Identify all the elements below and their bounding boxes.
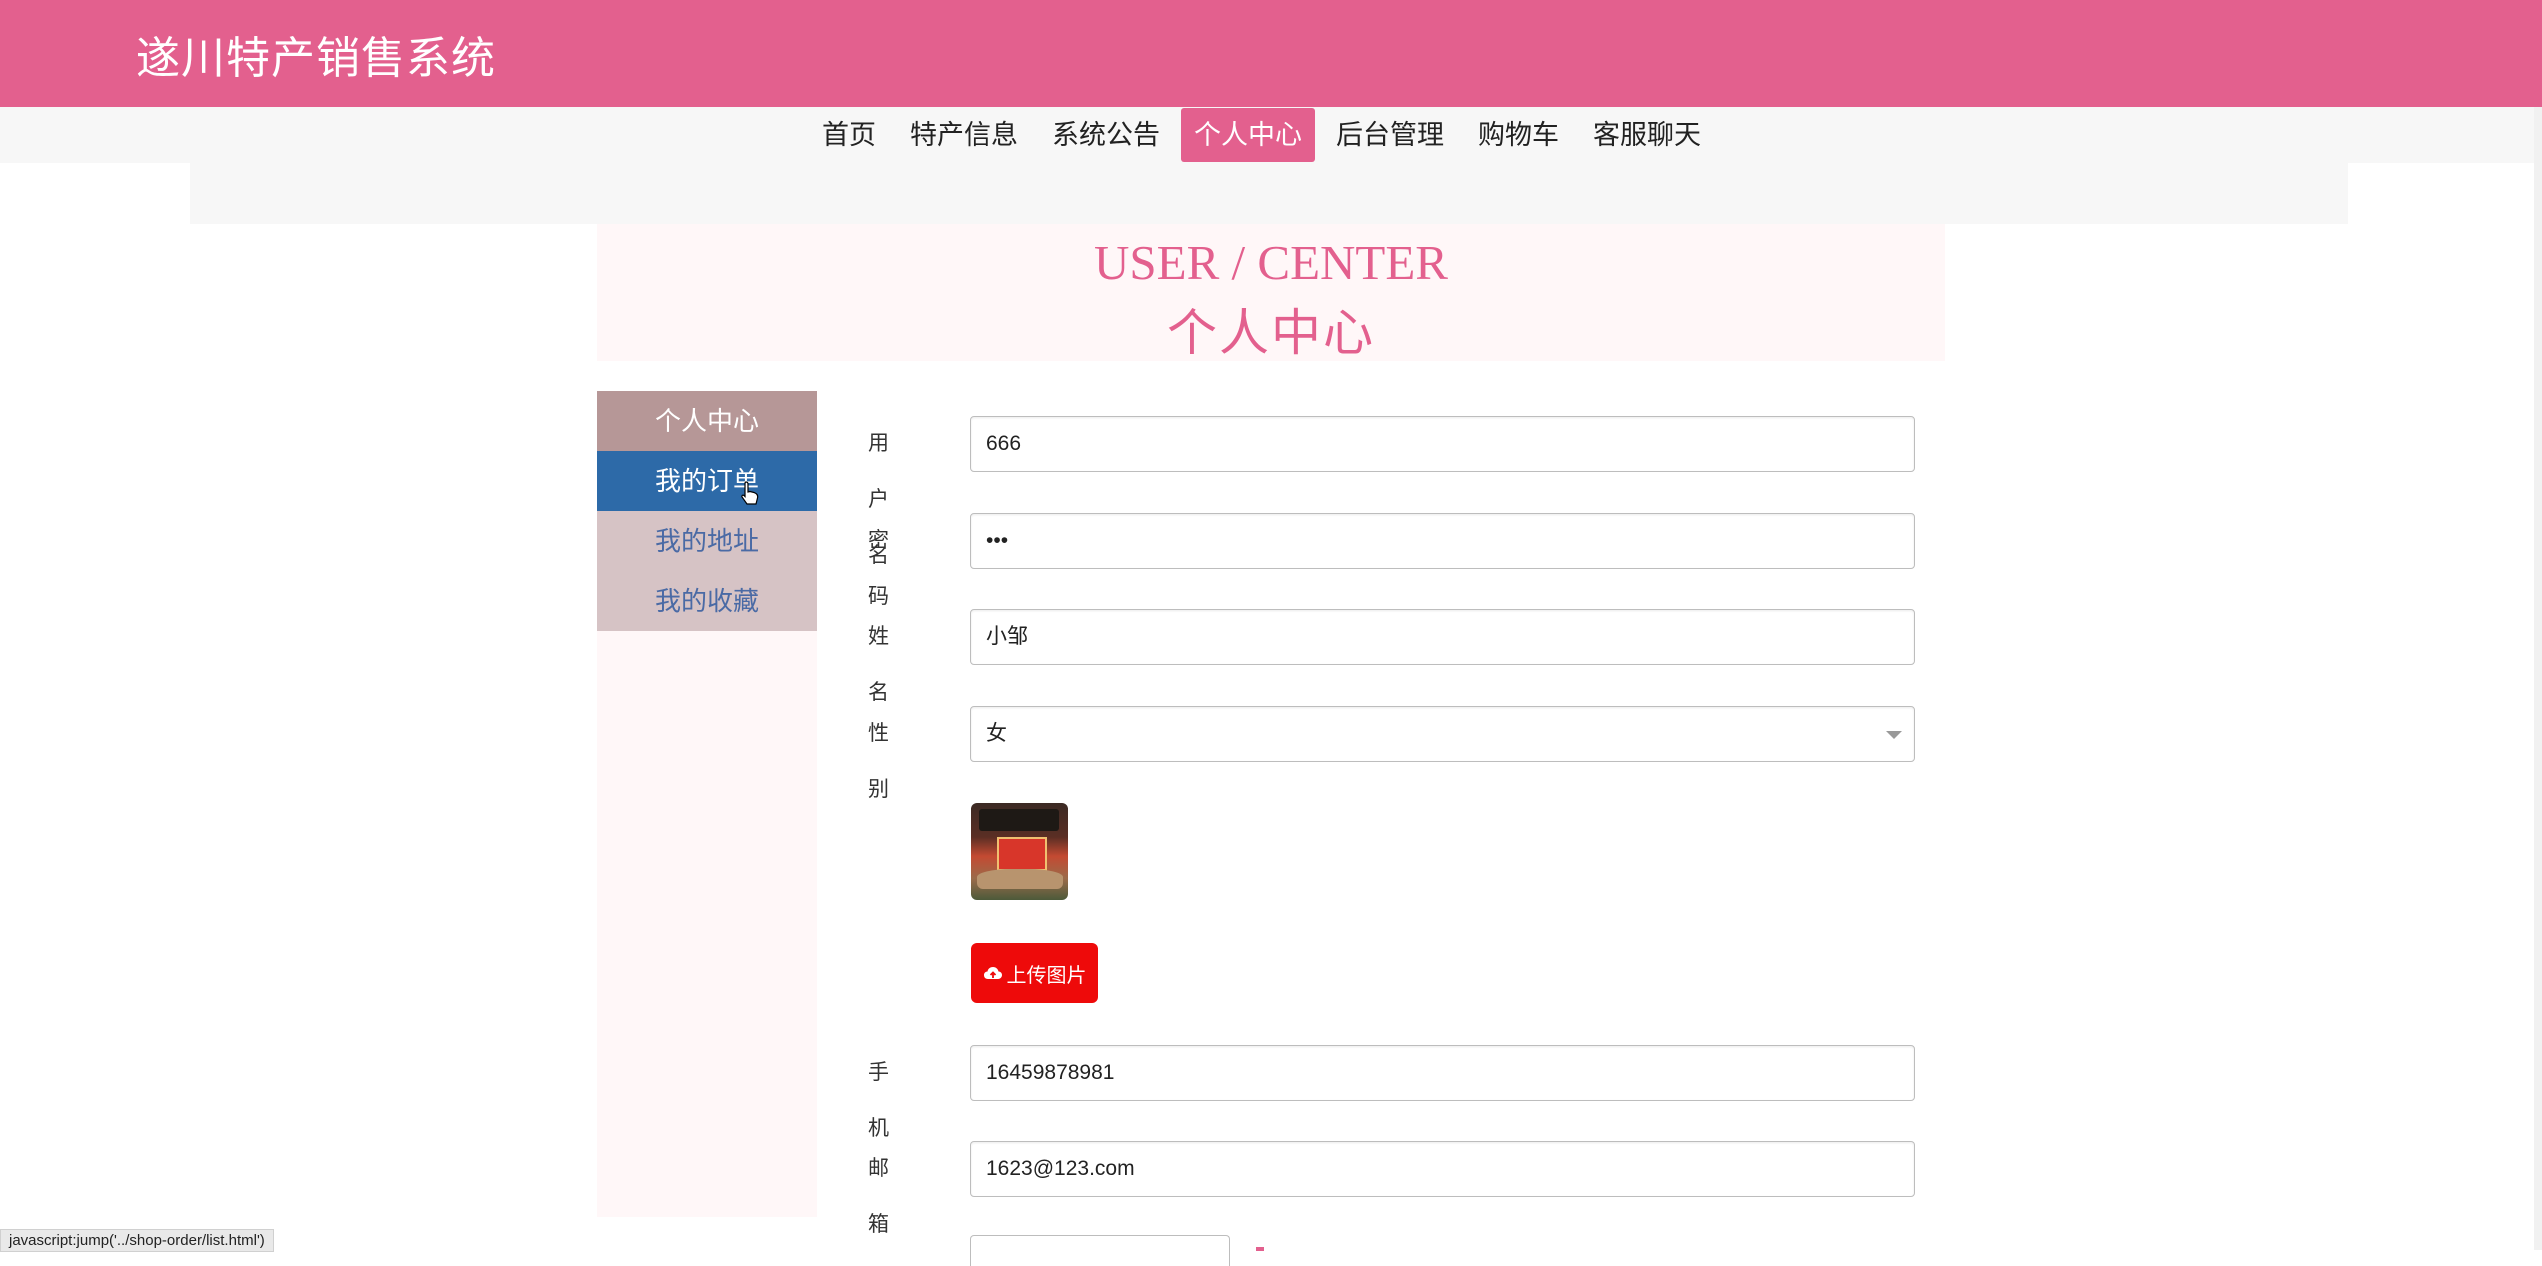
nav-item-home[interactable]: 首页 (809, 108, 889, 162)
phone-input[interactable]: 16459878981 (970, 1045, 1915, 1101)
avatar-box (997, 837, 1047, 871)
upload-button-label: 上传图片 (1006, 964, 1087, 987)
page-hero: USER / CENTER 个人中心 (597, 224, 1945, 361)
partial-mark (1256, 1247, 1264, 1251)
name-input[interactable]: 小邹 (970, 609, 1915, 665)
cloud-upload-icon (983, 967, 1002, 979)
nav-item-announcements[interactable]: 系统公告 (1039, 108, 1173, 162)
nav-item-chat[interactable]: 客服聊天 (1580, 108, 1714, 162)
username-label: 用户名 (868, 432, 889, 567)
gender-value: 女 (986, 722, 1007, 745)
top-header: 遂川特产销售系统 (0, 0, 2542, 107)
scrollbar[interactable] (2534, 107, 2542, 1250)
page-title-en: USER / CENTER (1094, 235, 1448, 290)
partial-field[interactable] (970, 1235, 1230, 1266)
nav-item-user-center[interactable]: 个人中心 (1181, 108, 1315, 162)
upload-image-button[interactable]: 上传图片 (971, 943, 1098, 1003)
name-label: 姓名 (868, 625, 889, 704)
user-sidebar: 个人中心 我的订单 我的地址 我的收藏 (597, 391, 817, 1217)
sidebar-item-favorites[interactable]: 我的收藏 (597, 571, 817, 631)
avatar-base (977, 869, 1063, 889)
username-value: 666 (986, 432, 1022, 455)
email-input[interactable]: 1623@123.com (970, 1141, 1915, 1197)
avatar-banner (979, 809, 1059, 831)
password-input[interactable]: ••• (970, 513, 1915, 569)
sidebar-item-orders[interactable]: 我的订单 (597, 451, 817, 511)
phone-value: 16459878981 (986, 1061, 1115, 1084)
password-value: ••• (986, 529, 1009, 552)
hand-cursor-icon (741, 481, 759, 505)
nav-item-cart[interactable]: 购物车 (1465, 108, 1572, 162)
main-nav: 首页 特产信息 系统公告 个人中心 后台管理 购物车 客服聊天 (805, 107, 1718, 163)
browser-status-bar: javascript:jump('../shop-order/list.html… (0, 1229, 274, 1252)
email-value: 1623@123.com (986, 1157, 1135, 1180)
name-value: 小邹 (986, 625, 1028, 648)
nav-item-admin[interactable]: 后台管理 (1323, 108, 1457, 162)
site-brand: 遂川特产销售系统 (136, 34, 496, 83)
sub-banner (190, 163, 2348, 224)
gender-select[interactable]: 女 (970, 706, 1915, 762)
avatar (971, 803, 1068, 900)
gender-label: 性别 (868, 722, 889, 801)
page-title-cn: 个人中心 (1167, 305, 1375, 361)
sidebar-header[interactable]: 个人中心 (597, 391, 817, 451)
username-input[interactable]: 666 (970, 416, 1915, 472)
chevron-down-icon (1886, 731, 1902, 739)
phone-label: 手机 (868, 1061, 889, 1140)
email-label: 邮箱 (868, 1157, 889, 1236)
sidebar-item-address[interactable]: 我的地址 (597, 511, 817, 571)
password-label: 密码 (868, 529, 889, 608)
nav-item-products[interactable]: 特产信息 (897, 108, 1031, 162)
